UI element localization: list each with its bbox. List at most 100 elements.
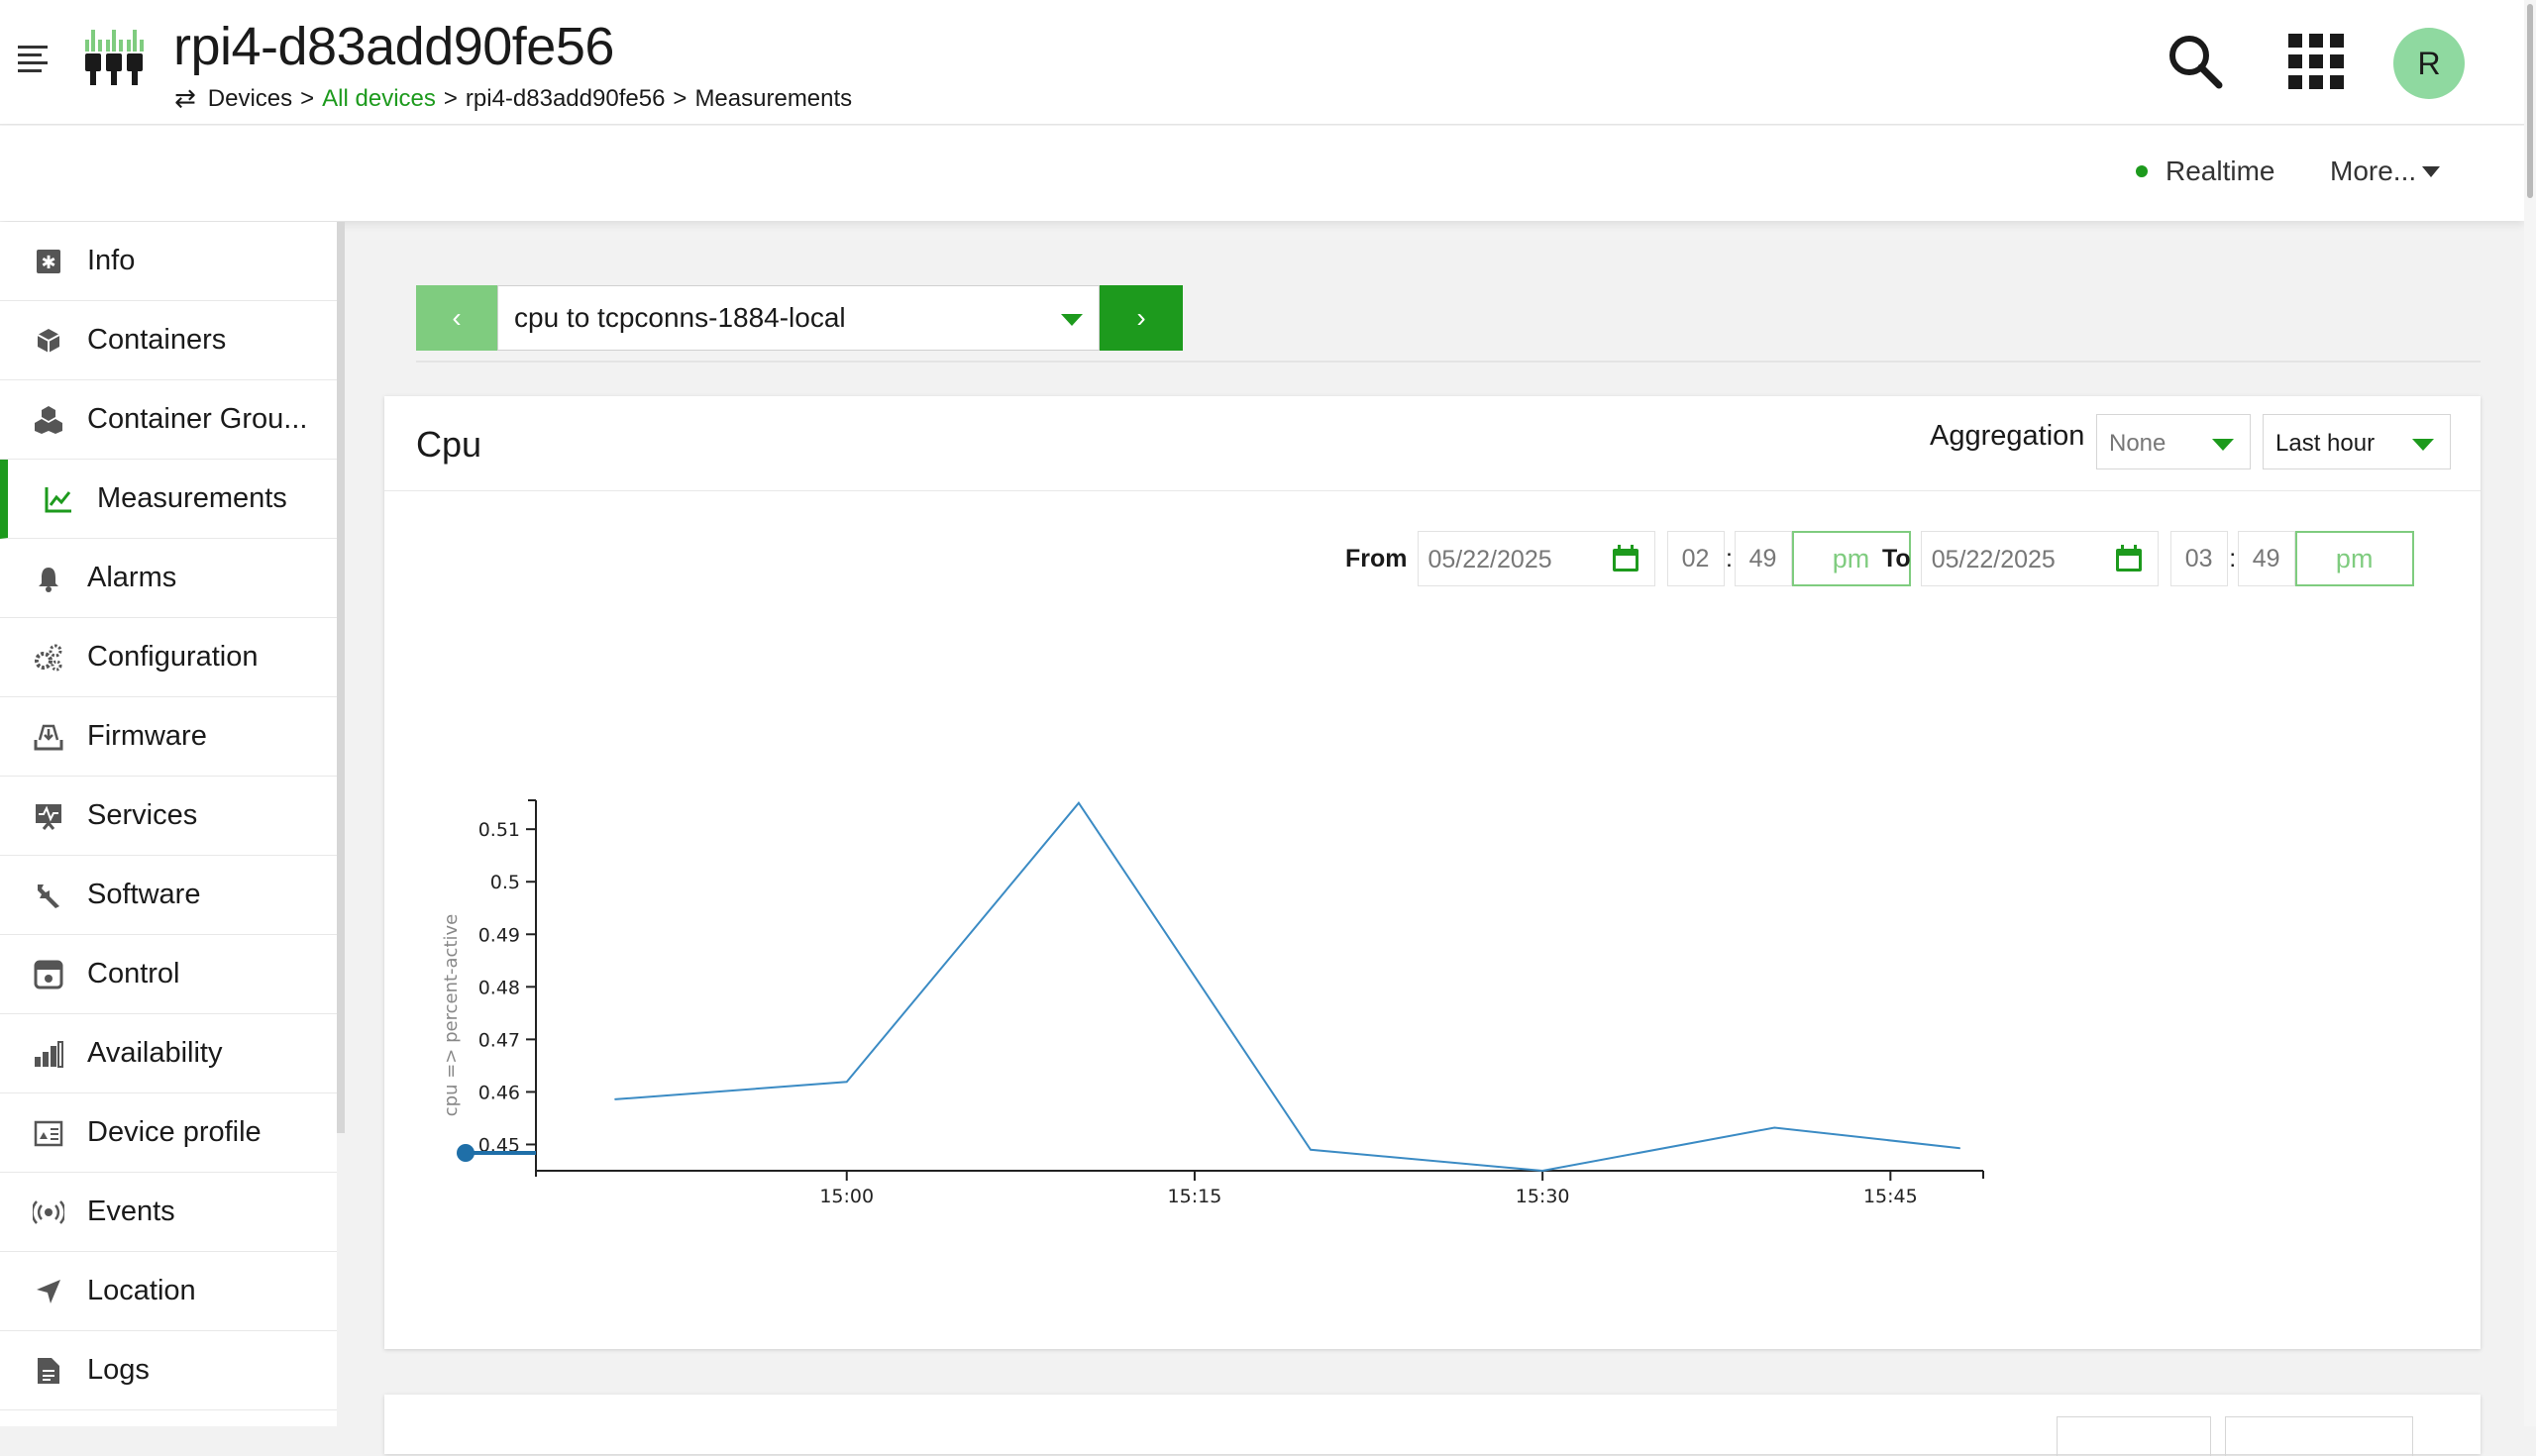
y-tick-label: 0.47 <box>478 1029 520 1051</box>
sidebar-item-services[interactable]: Services <box>0 777 337 856</box>
sidebar-item-label: Software <box>87 879 201 910</box>
sidebar-item-device-profile[interactable]: Device profile <box>0 1093 337 1173</box>
y-tick-label: 0.48 <box>478 977 520 998</box>
divider <box>416 361 2481 363</box>
action-bar: Realtime More... <box>0 126 2524 221</box>
sidebar-item-containers[interactable]: Containers <box>0 301 337 380</box>
time-separator: : <box>2229 544 2237 572</box>
measurement-dropdown-value: cpu to tcpconns-1884-local <box>514 302 846 333</box>
from-minute-input[interactable]: 49 <box>1734 531 1792 586</box>
realtime-label: Realtime <box>2166 156 2275 186</box>
measurement-dropdown[interactable]: cpu to tcpconns-1884-local <box>497 285 1100 351</box>
calendar-icon[interactable] <box>2114 544 2144 573</box>
sidebar-scrollbar[interactable] <box>337 222 345 1133</box>
realtime-toggle[interactable]: Realtime <box>2136 156 2274 187</box>
interval-value: Last hour <box>2275 430 2376 457</box>
caret-down-icon <box>2212 439 2234 451</box>
cpu-line-chart: 0.450.460.470.480.490.50.5115:00 15:15 15:… <box>441 799 1984 1207</box>
data-point <box>1078 802 1080 804</box>
time-separator: : <box>1726 544 1733 572</box>
download-tray-icon <box>32 720 65 754</box>
breadcrumb: ⇄ Devices > All devices > rpi4-d83add90f… <box>174 83 852 114</box>
breadcrumb-device: rpi4-d83add90fe56 <box>465 84 666 112</box>
aggregation-value: None <box>2109 430 2166 457</box>
data-point <box>614 1098 616 1100</box>
sidebar-item-label: Alarms <box>87 562 177 593</box>
brush-handle[interactable] <box>457 1144 475 1162</box>
data-point <box>1959 1147 1961 1149</box>
top-header: rpi4-d83add90fe56 ⇄ Devices > All device… <box>0 0 2524 125</box>
sidebar-item-label: Container Grou... <box>87 403 308 435</box>
caret-down-icon <box>1061 314 1083 326</box>
avatar[interactable]: R <box>2393 28 2465 99</box>
device-icon <box>85 30 144 85</box>
sidebar-item-alarms[interactable]: Alarms <box>0 539 337 618</box>
sidebar-item-label: Control <box>87 958 180 989</box>
sidebar-item-logs[interactable]: Logs <box>0 1331 337 1410</box>
control-panel-icon <box>32 958 65 991</box>
cubes-icon <box>32 403 65 437</box>
breadcrumb-separator: > <box>300 84 315 112</box>
data-point <box>846 1081 848 1083</box>
broadcast-icon <box>32 1196 65 1229</box>
interval-dropdown[interactable]: Last hour <box>2263 414 2451 469</box>
sidebar-item-label: Events <box>87 1196 175 1227</box>
info-icon: ✱ <box>32 245 65 278</box>
to-ampm-toggle[interactable]: pm <box>2294 531 2414 586</box>
app-switcher-icon[interactable] <box>2288 34 2344 89</box>
to-date-value: 05/22/2025 <box>1931 546 2056 573</box>
search-icon[interactable] <box>2166 32 2225 91</box>
calendar-icon[interactable] <box>1611 544 1640 573</box>
x-tick-label: 15:00 <box>819 1186 874 1207</box>
sidebar-item-availability[interactable]: Availability <box>0 1014 337 1093</box>
sidebar-item-location[interactable]: Location <box>0 1252 337 1331</box>
sidebar-item-measurements[interactable]: Measurements <box>0 460 337 539</box>
data-point <box>1773 1126 1775 1128</box>
document-icon <box>32 1354 65 1388</box>
sidebar-item-firmware[interactable]: Firmware <box>0 697 337 777</box>
measurement-selector: ‹ cpu to tcpconns-1884-local › <box>416 285 1183 351</box>
y-tick-label: 0.5 <box>490 872 520 893</box>
previous-measurement-button[interactable]: ‹ <box>416 285 497 351</box>
line-chart-icon <box>42 482 75 516</box>
sidebar: ✱ Info Containers Container Grou... Meas… <box>0 222 337 1426</box>
to-date-input[interactable]: 05/22/2025 <box>1920 531 2159 586</box>
bar-chart-icon <box>32 1037 65 1071</box>
aggregation-dropdown[interactable]: None <box>2096 414 2251 469</box>
sidebar-item-info[interactable]: ✱ Info <box>0 222 337 301</box>
y-tick-label: 0.49 <box>478 924 520 946</box>
menu-toggle-icon[interactable] <box>18 46 48 72</box>
to-hour-input[interactable]: 03 <box>2169 531 2228 586</box>
to-minute-input[interactable]: 49 <box>2237 531 2295 586</box>
next-measurement-button[interactable]: › <box>1100 285 1183 351</box>
from-hour-input[interactable]: 02 <box>1666 531 1725 586</box>
data-point <box>1541 1170 1543 1172</box>
bell-icon <box>32 562 65 595</box>
sidebar-item-control[interactable]: Control <box>0 935 337 1014</box>
profile-icon <box>32 1116 65 1150</box>
caret-down-icon <box>2412 439 2434 451</box>
location-arrow-icon <box>32 1275 65 1308</box>
sidebar-item-configuration[interactable]: Configuration <box>0 618 337 697</box>
to-range: To 05/22/2025 03 : 49 pm <box>1882 531 2414 586</box>
sidebar-item-software[interactable]: Software <box>0 856 337 935</box>
sidebar-item-label: Containers <box>87 324 227 356</box>
page-scrollbar[interactable] <box>2524 0 2536 1426</box>
y-axis-label: cpu => percent-active <box>441 914 462 1117</box>
sidebar-item-label: Availability <box>87 1037 223 1069</box>
sidebar-item-container-groups[interactable]: Container Grou... <box>0 380 337 460</box>
breadcrumb-separator: > <box>443 84 458 112</box>
sidebar-item-events[interactable]: Events <box>0 1173 337 1252</box>
sidebar-item-label: Device profile <box>87 1116 262 1148</box>
more-menu-button[interactable]: More... <box>2330 156 2441 187</box>
page-title: rpi4-d83add90fe56 <box>173 17 614 76</box>
breadcrumb-all-devices[interactable]: All devices <box>322 85 436 113</box>
aggregation-label: Aggregation <box>1930 420 2085 452</box>
caret-down-icon <box>2422 165 2441 177</box>
breadcrumb-devices: Devices <box>207 84 293 112</box>
from-date-input[interactable]: 05/22/2025 <box>1417 531 1655 586</box>
gears-icon <box>32 641 65 675</box>
realtime-status-dot-icon <box>2136 165 2148 177</box>
series-line <box>614 801 1960 1173</box>
breadcrumb-separator: > <box>673 84 687 112</box>
